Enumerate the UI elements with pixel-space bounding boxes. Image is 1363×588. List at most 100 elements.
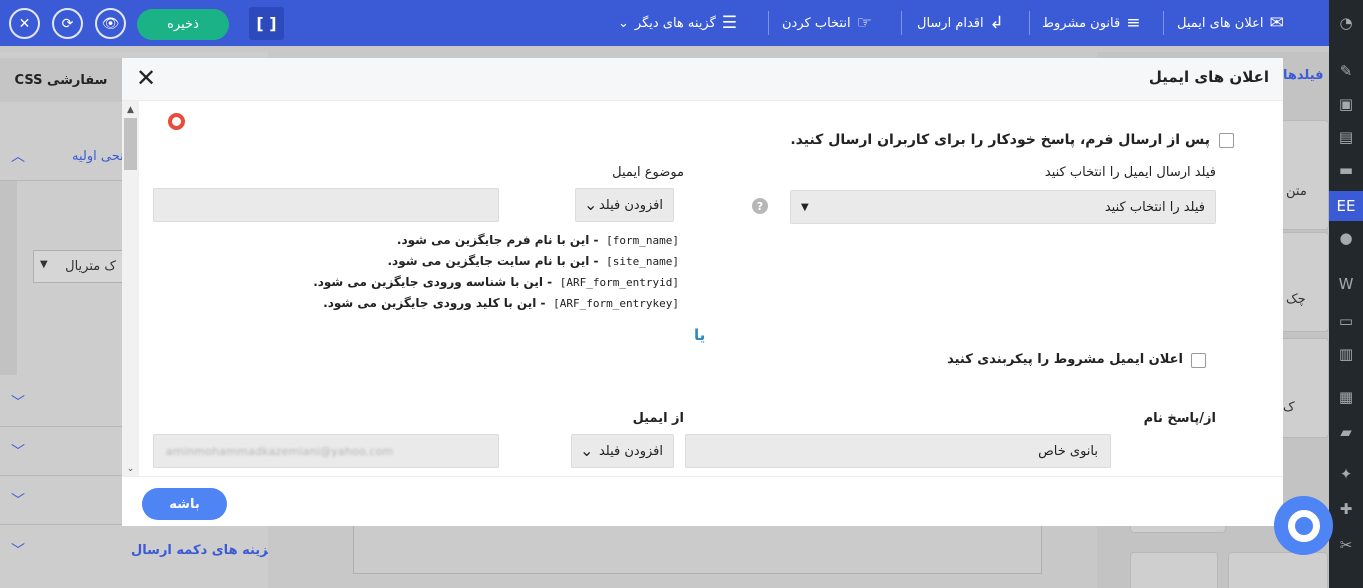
chevron-down-icon: ⌄ bbox=[580, 441, 594, 460]
shortcode-line: [ARF_form_entryid] - این با شناسه ورودی … bbox=[313, 272, 679, 293]
pages-icon[interactable]: ▤ bbox=[1329, 128, 1363, 146]
plugins-icon[interactable]: ✦ bbox=[1329, 465, 1363, 483]
autoresponse-checkbox[interactable] bbox=[1219, 133, 1234, 148]
scroll-up-icon[interactable]: ▲ bbox=[122, 105, 139, 115]
menu-conditional-rule[interactable]: ≡ قانون مشروط bbox=[1042, 0, 1140, 46]
menu-submit-action[interactable]: ↲ اقدام ارسال bbox=[917, 0, 1004, 46]
shortcode-desc: - این با شناسه ورودی جایگزین می شود. bbox=[313, 275, 553, 289]
material-select[interactable]: ک متریال ▼ bbox=[33, 250, 123, 283]
top-toolbar: ✕ ⟳ 👁 ذخیره [ ] ✉ اعلان های ایمیل ≡ قانو… bbox=[0, 0, 1329, 46]
shortcode-help-list: [form_name] - این با نام فرم جایگزین می … bbox=[313, 230, 679, 314]
help-lifebuoy-icon[interactable] bbox=[168, 113, 185, 130]
accordion-label: نحی اولیه bbox=[72, 149, 124, 164]
shortcode-desc: - این با نام سایت جایگزین می شود. bbox=[387, 254, 599, 268]
from-email-value: aminmohammadkazemiani@yahoo.com bbox=[166, 444, 394, 458]
tab-fields[interactable]: فیلدها bbox=[1283, 68, 1324, 83]
dashboard-icon[interactable]: ◔ bbox=[1329, 14, 1363, 32]
ok-button[interactable]: باشه bbox=[142, 488, 227, 520]
chevron-up-icon: ︿ bbox=[11, 149, 25, 165]
modal-title: اعلان های ایمیل bbox=[1148, 68, 1269, 86]
shortcode-line: [site_name] - این با نام سایت جایگزین می… bbox=[313, 251, 680, 272]
conditional-email-label: اعلان ایمیل مشروط را پیکربندی کنید bbox=[947, 352, 1183, 367]
question-icon[interactable]: ? bbox=[752, 198, 768, 214]
modal-scrollbar[interactable]: ▲ ⌄ bbox=[122, 101, 139, 476]
shortcode: [site_name] bbox=[606, 255, 679, 268]
menu-label: گزینه های دیگر bbox=[634, 15, 716, 31]
phone-field-card[interactable] bbox=[1228, 552, 1328, 588]
filter-icon: ≡ bbox=[1126, 13, 1141, 33]
shortcode: [form_name] bbox=[606, 234, 679, 247]
media-icon[interactable]: ▣ bbox=[1329, 95, 1363, 113]
calendar-field-card[interactable] bbox=[1130, 552, 1218, 588]
shortcode-desc: - این با کلید ورودی جایگزین می شود. bbox=[323, 296, 546, 310]
field-card-label: ک bbox=[1283, 400, 1295, 415]
scroll-thumb[interactable] bbox=[124, 118, 137, 170]
support-lifebuoy-button[interactable] bbox=[1274, 496, 1333, 555]
fullscreen-brackets-button[interactable]: [ ] bbox=[249, 7, 284, 40]
sliders-icon: ☰ bbox=[721, 13, 738, 33]
elementor-icon[interactable]: ● bbox=[1329, 229, 1363, 247]
subject-add-field-dropdown[interactable]: افزودن فیلد ⌄ bbox=[575, 188, 674, 222]
from-email-add-field-dropdown[interactable]: افزودن فیلد ⌄ bbox=[571, 434, 674, 468]
shortcode: [ARF_form_entryid] bbox=[559, 276, 679, 289]
or-separator: یا bbox=[694, 326, 706, 344]
comments-icon[interactable]: ▬ bbox=[1329, 161, 1363, 179]
caret-down-icon: ▼ bbox=[40, 259, 48, 270]
menu-select[interactable]: ☞ انتخاب کردن bbox=[782, 0, 872, 46]
lifebuoy-icon bbox=[1287, 509, 1320, 542]
modal-footer: باشه bbox=[122, 476, 1283, 526]
email-subject-label: موضوع ایمیل bbox=[612, 165, 684, 180]
email-subject-input[interactable] bbox=[153, 188, 499, 222]
chevron-down-icon: ﹀ bbox=[11, 444, 25, 460]
field-card-label: متن bbox=[1286, 184, 1307, 199]
admin-sidebar: ◔ ✎ ▣ ▤ ▬ EE ● W ▭ ▥ ▦ ▰ ✦ ✚ ✂ bbox=[1329, 0, 1363, 588]
users-icon[interactable]: ✚ bbox=[1329, 500, 1363, 518]
reply-name-input[interactable]: بانوی خاص bbox=[685, 434, 1111, 468]
chevron-down-icon: ﹀ bbox=[11, 493, 25, 509]
save-button[interactable]: ذخیره bbox=[137, 9, 229, 40]
refresh-icon[interactable]: ⟳ bbox=[52, 8, 83, 39]
shortcode-line: [ARF_form_entrykey] - این با کلید ورودی … bbox=[313, 293, 679, 314]
from-email-input[interactable]: aminmohammadkazemiani@yahoo.com bbox=[153, 434, 499, 468]
shortcode-desc: - این با نام فرم جایگزین می شود. bbox=[396, 233, 599, 247]
caret-down-icon: ▼ bbox=[801, 202, 809, 213]
menu-more-options[interactable]: ☰ گزینه های دیگر ⌄ bbox=[618, 0, 737, 46]
from-email-label: از ایمیل bbox=[632, 411, 684, 426]
conditional-email-checkbox[interactable] bbox=[1191, 353, 1206, 368]
shortcode-line: [form_name] - این با نام فرم جایگزین می … bbox=[313, 230, 679, 251]
email-field-label: فیلد ارسال ایمیل را انتخاب کنید bbox=[1044, 165, 1216, 180]
preview-eye-icon[interactable]: 👁 bbox=[95, 8, 126, 39]
chevron-down-icon: ﹀ bbox=[11, 543, 25, 559]
send-action-icon: ↲ bbox=[989, 13, 1004, 33]
envelope-icon: ✉ bbox=[1269, 13, 1284, 33]
chevron-down-icon: ⌄ bbox=[584, 195, 598, 214]
products-icon[interactable]: ▭ bbox=[1329, 312, 1363, 330]
menu-label: انتخاب کردن bbox=[782, 15, 851, 31]
chevron-down-icon: ﹀ bbox=[11, 395, 25, 411]
reply-name-label: از/پاسخ نام bbox=[1143, 411, 1216, 426]
email-field-select[interactable]: فیلد را انتخاب کنید ▼ bbox=[790, 190, 1216, 224]
tab-custom-css[interactable]: CSS سفارشی bbox=[0, 58, 122, 102]
shortcode: [ARF_form_entrykey] bbox=[553, 297, 679, 310]
woo-icon[interactable]: W bbox=[1329, 275, 1363, 293]
accordion-label: گزینه های دکمه ارسال bbox=[131, 543, 276, 558]
pin-icon[interactable]: ✎ bbox=[1329, 62, 1363, 80]
close-icon[interactable]: ✕ bbox=[136, 64, 156, 92]
email-notifications-modal: اعلان های ایمیل ✕ ▲ ⌄ پس از ارسال فرم، پ… bbox=[122, 58, 1283, 526]
close-icon[interactable]: ✕ bbox=[9, 8, 40, 39]
tools-icon[interactable]: ✂ bbox=[1329, 536, 1363, 554]
appearance-icon[interactable]: ▰ bbox=[1329, 423, 1363, 441]
menu-label: اقدام ارسال bbox=[917, 15, 984, 31]
menu-email-notifications[interactable]: ✉ اعلان های ایمیل bbox=[1177, 0, 1284, 46]
marketing-icon[interactable]: ▦ bbox=[1329, 388, 1363, 406]
scroll-down-icon[interactable]: ⌄ bbox=[122, 464, 139, 474]
dropdown-label: افزودن فیلد bbox=[598, 443, 663, 459]
arforms-icon[interactable]: EE bbox=[1329, 191, 1363, 221]
analytics-icon[interactable]: ▥ bbox=[1329, 345, 1363, 363]
scrollbar[interactable] bbox=[0, 181, 17, 375]
select-label: ک متریال bbox=[65, 259, 116, 274]
autoresponse-label: پس از ارسال فرم، پاسخ خودکار را برای کار… bbox=[790, 132, 1210, 148]
menu-label: اعلان های ایمیل bbox=[1177, 15, 1264, 31]
dropdown-label: افزودن فیلد bbox=[598, 197, 663, 213]
hand-icon: ☞ bbox=[856, 13, 872, 33]
